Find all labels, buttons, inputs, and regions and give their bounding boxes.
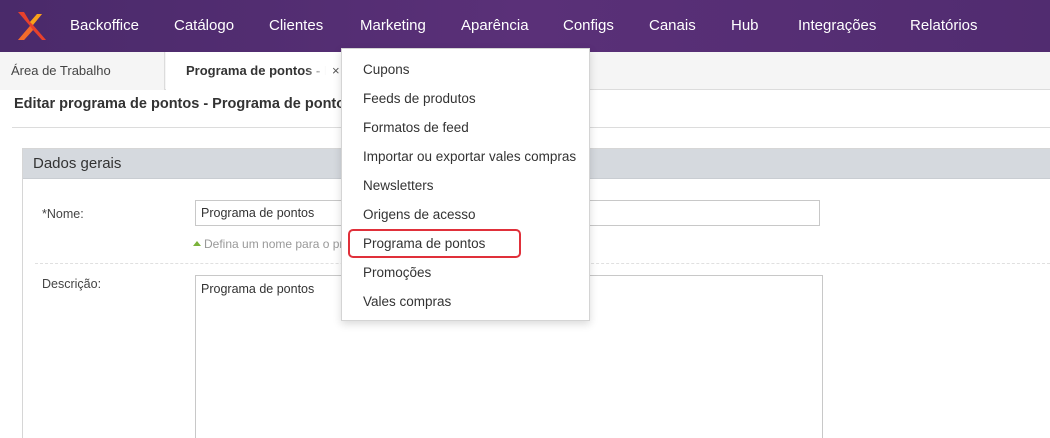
nav-item-backoffice[interactable]: Backoffice	[70, 0, 139, 52]
menu-item-feeds-de-produtos[interactable]: Feeds de produtos	[342, 84, 589, 113]
menu-item-vales-compras[interactable]: Vales compras	[342, 287, 589, 316]
nav-item-catalogo[interactable]: Catálogo	[174, 0, 234, 52]
menu-item-programa-de-pontos[interactable]: Programa de pontos	[342, 229, 589, 258]
name-hint: Defina um nome para o pr	[193, 237, 343, 251]
close-icon[interactable]: ×	[332, 52, 340, 90]
nav-item-aparencia[interactable]: Aparência	[461, 0, 529, 52]
page-title: Editar programa de pontos - Programa de …	[14, 96, 354, 112]
menu-item-formatos-de-feed[interactable]: Formatos de feed	[342, 113, 589, 142]
tab-label: Programa de pontos - Programa de pontos	[186, 63, 326, 78]
nav-item-integracoes[interactable]: Integrações	[798, 0, 876, 52]
nav-item-relatorios[interactable]: Relatórios	[910, 0, 978, 52]
nav-item-canais[interactable]: Canais	[649, 0, 696, 52]
nav-item-clientes[interactable]: Clientes	[269, 0, 323, 52]
tab-programa-de-pontos[interactable]: Programa de pontos - Programa de pontos …	[166, 52, 346, 91]
tab-area-de-trabalho[interactable]: Área de Trabalho	[0, 52, 165, 90]
name-hint-text: Defina um nome para o pr	[204, 237, 344, 251]
nav-item-hub[interactable]: Hub	[731, 0, 759, 52]
menu-item-promocoes[interactable]: Promoções	[342, 258, 589, 287]
menu-item-importar-exportar-vales[interactable]: Importar ou exportar vales compras	[342, 142, 589, 171]
arrow-up-icon	[193, 241, 201, 246]
description-label: Descrição:	[42, 277, 102, 291]
menu-item-cupons[interactable]: Cupons	[342, 55, 589, 84]
nav-item-configs[interactable]: Configs	[563, 0, 614, 52]
name-label: *Nome:	[42, 207, 84, 221]
marketing-dropdown-menu: Cupons Feeds de produtos Formatos de fee…	[341, 48, 590, 321]
menu-item-newsletters[interactable]: Newsletters	[342, 171, 589, 200]
top-navigation-bar: Backoffice Catálogo Clientes Marketing A…	[0, 0, 1050, 52]
app-logo-icon[interactable]	[16, 10, 46, 42]
menu-item-origens-de-acesso[interactable]: Origens de acesso	[342, 200, 589, 229]
nav-item-marketing[interactable]: Marketing	[360, 0, 426, 52]
